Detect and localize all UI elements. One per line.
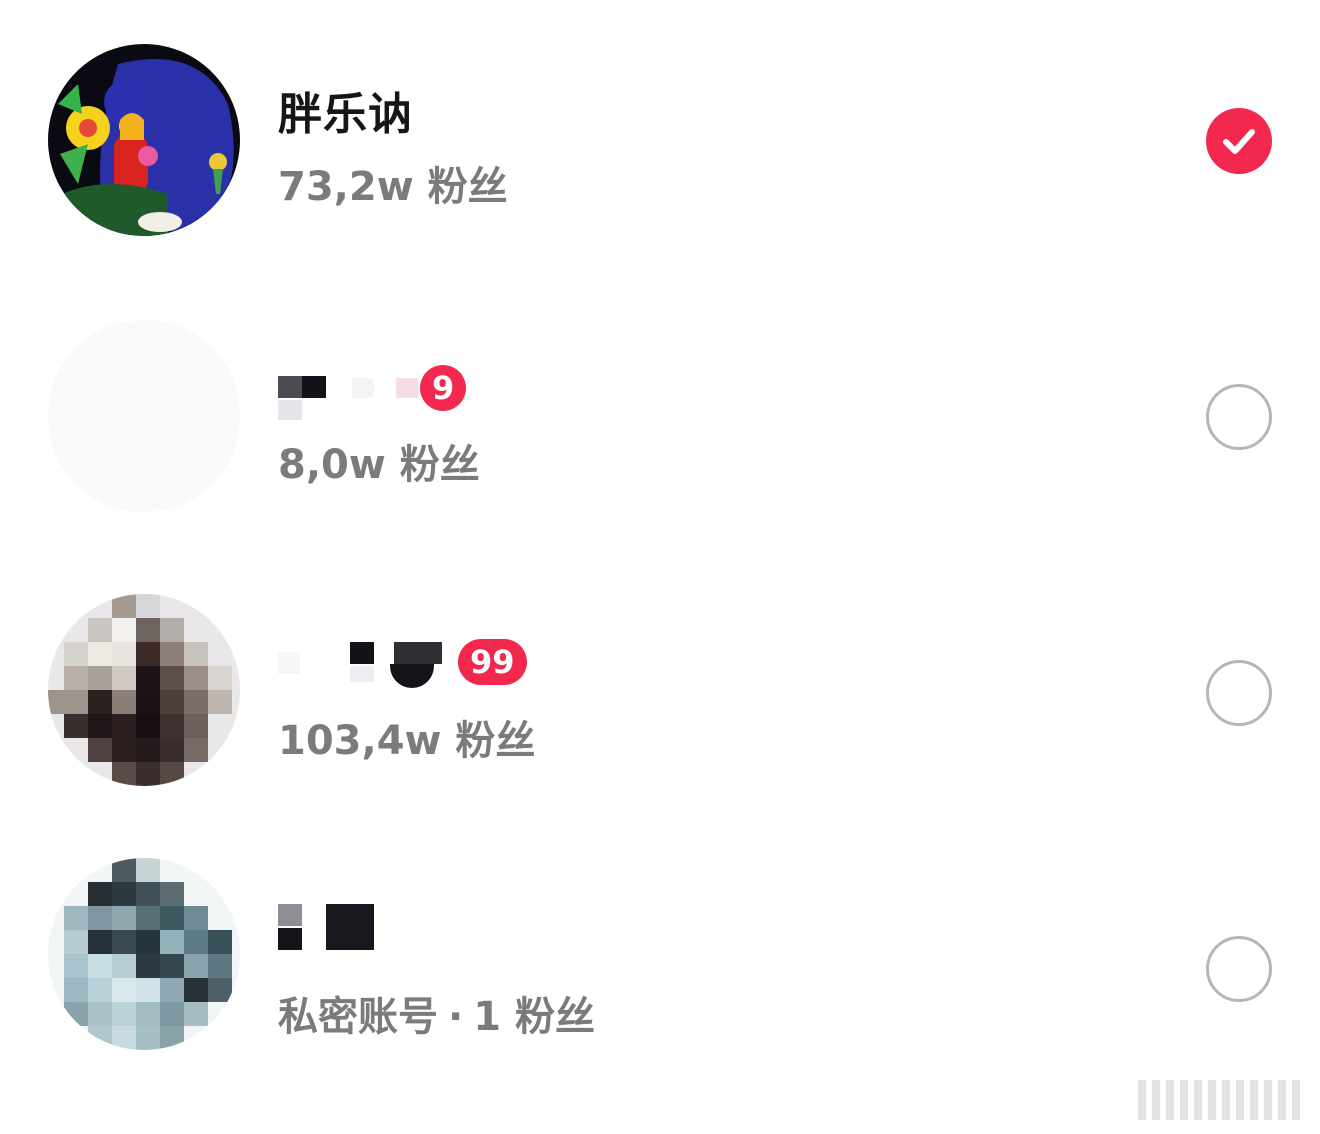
account-row-2[interactable]: 9 8,0w 粉丝 [0,316,1320,516]
pixelated-avatar-icon [48,858,240,1050]
follower-count: 私密账号 · 1 粉丝 [278,984,595,1042]
pixelated-avatar-icon [48,594,240,786]
avatar [48,594,240,786]
notification-badge: 9 [420,365,467,411]
follower-count: 8,0w 粉丝 [278,442,480,488]
account-name: 胖乐讷 [278,89,413,140]
follower-count: 103,4w 粉丝 [278,718,536,764]
colorful-illustration-avatar-icon [48,44,240,236]
follower-count-text: 1 粉丝 [473,994,595,1040]
account-row-4[interactable]: 私密账号 · 1 粉丝 [0,856,1320,1056]
redacted-account-name [278,632,448,692]
account-row-3[interactable]: 99 103,4w 粉丝 [0,590,1320,790]
selected-check-icon[interactable] [1206,108,1272,174]
redacted-account-name [278,358,418,420]
avatar [48,320,240,512]
unselected-radio-icon[interactable] [1206,936,1272,1002]
avatar [48,44,240,236]
unselected-radio-icon[interactable] [1206,660,1272,726]
account-name-line: 胖乐讷 [278,80,413,140]
redacted-account-name [278,896,378,956]
notification-badge: 99 [458,639,527,685]
account-name-line [278,896,378,956]
watermark [1138,1080,1300,1120]
private-account-label: 私密账号 [278,994,438,1040]
follower-count: 73,2w 粉丝 [278,164,508,210]
avatar [48,858,240,1050]
account-name-line: 99 [278,632,527,692]
account-name-line: 9 [278,358,467,420]
separator-dot: · [448,994,464,1040]
account-row-1[interactable]: 胖乐讷 73,2w 粉丝 [0,40,1320,240]
blurred-avatar-icon [48,320,240,512]
unselected-radio-icon[interactable] [1206,384,1272,450]
